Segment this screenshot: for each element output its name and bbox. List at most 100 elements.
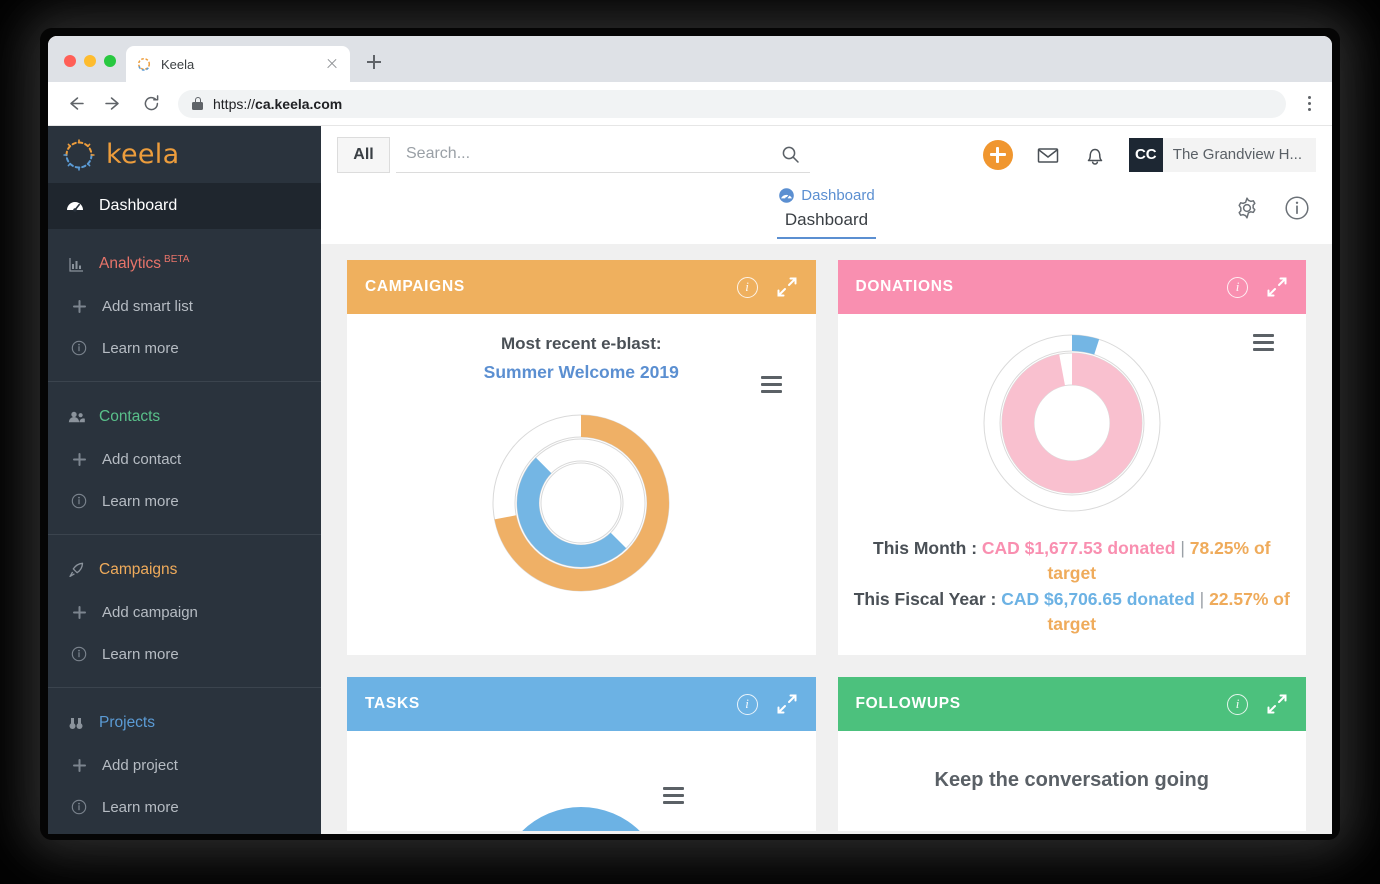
kebab-menu-icon[interactable] <box>1296 89 1322 119</box>
sidebar-item-label: Learn more <box>102 339 179 357</box>
back-icon[interactable] <box>58 87 92 121</box>
hamburger-menu-icon[interactable] <box>1253 334 1274 352</box>
followups-headline: Keep the conversation going <box>934 769 1209 791</box>
sidebar-item-add-contact[interactable]: Add contact <box>48 438 321 480</box>
sidebar-group-campaigns: Campaigns Add campaign Learn more <box>48 535 321 688</box>
sidebar-item-projects[interactable]: Projects <box>48 702 321 744</box>
search-input[interactable] <box>406 145 781 163</box>
sidebar-item-label: Learn more <box>102 645 179 663</box>
donations-month-row: This Month : CAD $1,677.53 donated | 78.… <box>852 536 1293 587</box>
reload-icon[interactable] <box>134 87 168 121</box>
sidebar-item-campaigns-learn-more[interactable]: Learn more <box>48 633 321 675</box>
info-icon[interactable]: i <box>736 276 758 298</box>
donations-year-row: This Fiscal Year : CAD $6,706.65 donated… <box>852 587 1293 638</box>
sidebar-item-add-smart-list[interactable]: Add smart list <box>48 285 321 327</box>
close-icon[interactable] <box>324 56 340 72</box>
rocket-icon <box>65 561 87 579</box>
plus-circle-icon[interactable] <box>982 139 1013 170</box>
sidebar-item-campaigns[interactable]: Campaigns <box>48 549 321 591</box>
maximize-window-button[interactable] <box>104 55 116 67</box>
org-name: The Grandview H... <box>1172 146 1302 163</box>
sidebar-item-analytics[interactable]: Analytics BETA <box>48 243 321 285</box>
search-box[interactable] <box>396 137 810 173</box>
sidebar-item-contacts-learn-more[interactable]: Learn more <box>48 480 321 522</box>
keela-app: keela Dashboard Analytics BETA Add smart… <box>48 126 1332 834</box>
avatar: CC <box>1128 137 1163 172</box>
sidebar-item-contacts[interactable]: Contacts <box>48 396 321 438</box>
minimize-window-button[interactable] <box>84 55 96 67</box>
main-area: All Search... CC The Grandview H... Dash… <box>321 126 1332 834</box>
org-switcher[interactable]: CC The Grandview H... <box>1128 137 1316 172</box>
sidebar-item-analytics-learn-more[interactable]: Learn more <box>48 327 321 369</box>
eblast-name[interactable]: Summer Welcome 2019 <box>347 362 816 383</box>
sidebar-item-label: Learn more <box>102 798 179 816</box>
url-bar[interactable]: https://ca.keela.com <box>178 89 1286 118</box>
brand-logo[interactable]: keela <box>48 126 321 183</box>
breadcrumb-label: Dashboard <box>801 187 875 204</box>
gear-icon[interactable] <box>1234 195 1260 221</box>
dashboard-grid: CAMPAIGNS i Most recent e-blast: Summer … <box>347 260 1306 831</box>
search-filter-all-button[interactable]: All <box>337 136 390 173</box>
keela-logo-icon <box>136 56 152 72</box>
browser-address-bar: https://ca.keela.com <box>48 82 1332 126</box>
tasks-pie-chart <box>347 731 816 831</box>
sidebar: keela Dashboard Analytics BETA Add smart… <box>48 126 321 834</box>
info-icon[interactable]: i <box>1227 693 1248 715</box>
sidebar-group-contacts: Contacts Add contact Learn more <box>48 382 321 535</box>
info-icon <box>68 799 90 815</box>
browser-tab[interactable]: Keela <box>126 46 350 82</box>
forward-icon[interactable] <box>96 87 130 121</box>
card-tasks: TASKS i <box>347 677 816 831</box>
expand-icon[interactable] <box>1266 693 1288 715</box>
sidebar-item-projects-learn-more[interactable]: Learn more <box>48 786 321 828</box>
search-icon[interactable] <box>781 145 800 164</box>
brand-name: keela <box>106 139 180 170</box>
card-body: Keep the conversation going <box>838 731 1307 831</box>
card-actions: i <box>1227 276 1288 298</box>
info-icon[interactable]: i <box>736 693 758 715</box>
bar-chart-icon <box>65 256 87 273</box>
keela-logo-icon <box>62 138 96 172</box>
sidebar-item-dashboard[interactable]: Dashboard <box>48 183 321 229</box>
card-title: CAMPAIGNS <box>365 278 465 295</box>
expand-icon[interactable] <box>776 276 798 298</box>
info-icon[interactable] <box>1284 195 1310 221</box>
close-window-button[interactable] <box>64 55 76 67</box>
breadcrumb[interactable]: Dashboard <box>321 183 1332 204</box>
expand-icon[interactable] <box>776 693 798 715</box>
card-title: DONATIONS <box>855 278 954 295</box>
donations-donut-chart <box>838 314 1307 518</box>
bell-icon[interactable] <box>1083 142 1107 168</box>
eblast-label: Most recent e-blast: <box>500 334 662 353</box>
window-traffic-lights <box>58 55 126 82</box>
envelope-icon[interactable] <box>1035 142 1061 168</box>
hamburger-menu-icon[interactable] <box>662 787 684 805</box>
card-body: Most recent e-blast: Summer Welcome 2019 <box>347 314 816 655</box>
donations-year-label: This Fiscal Year : <box>853 588 997 609</box>
new-tab-button[interactable] <box>360 48 388 76</box>
people-icon <box>65 408 87 427</box>
sidebar-item-add-campaign[interactable]: Add campaign <box>48 591 321 633</box>
card-header: DONATIONS i <box>837 260 1306 314</box>
info-icon <box>68 493 90 509</box>
url-scheme: https:// <box>213 95 256 112</box>
url-text: https://ca.keela.com <box>213 96 342 112</box>
card-actions: i <box>736 693 798 715</box>
info-icon[interactable]: i <box>1227 276 1248 298</box>
card-title: TASKS <box>365 695 420 712</box>
breadcrumb-bar: Dashboard Dashboard <box>321 183 1332 244</box>
sidebar-item-label: Add contact <box>102 450 182 468</box>
plus-icon <box>68 758 90 773</box>
browser-tab-strip: Keela <box>48 36 1332 82</box>
card-body: This Month : CAD $1,677.53 donated | 78.… <box>838 314 1307 655</box>
dashboard-content: CAMPAIGNS i Most recent e-blast: Summer … <box>321 244 1332 834</box>
info-icon <box>68 340 90 356</box>
info-icon <box>68 646 90 662</box>
card-actions: i <box>736 276 798 298</box>
tab-dashboard[interactable]: Dashboard <box>776 208 877 239</box>
expand-icon[interactable] <box>1266 276 1288 298</box>
sidebar-item-add-project[interactable]: Add project <box>48 744 321 786</box>
hamburger-menu-icon[interactable] <box>760 376 782 394</box>
beta-badge: BETA <box>164 254 190 266</box>
sidebar-item-label: Contacts <box>99 408 161 425</box>
